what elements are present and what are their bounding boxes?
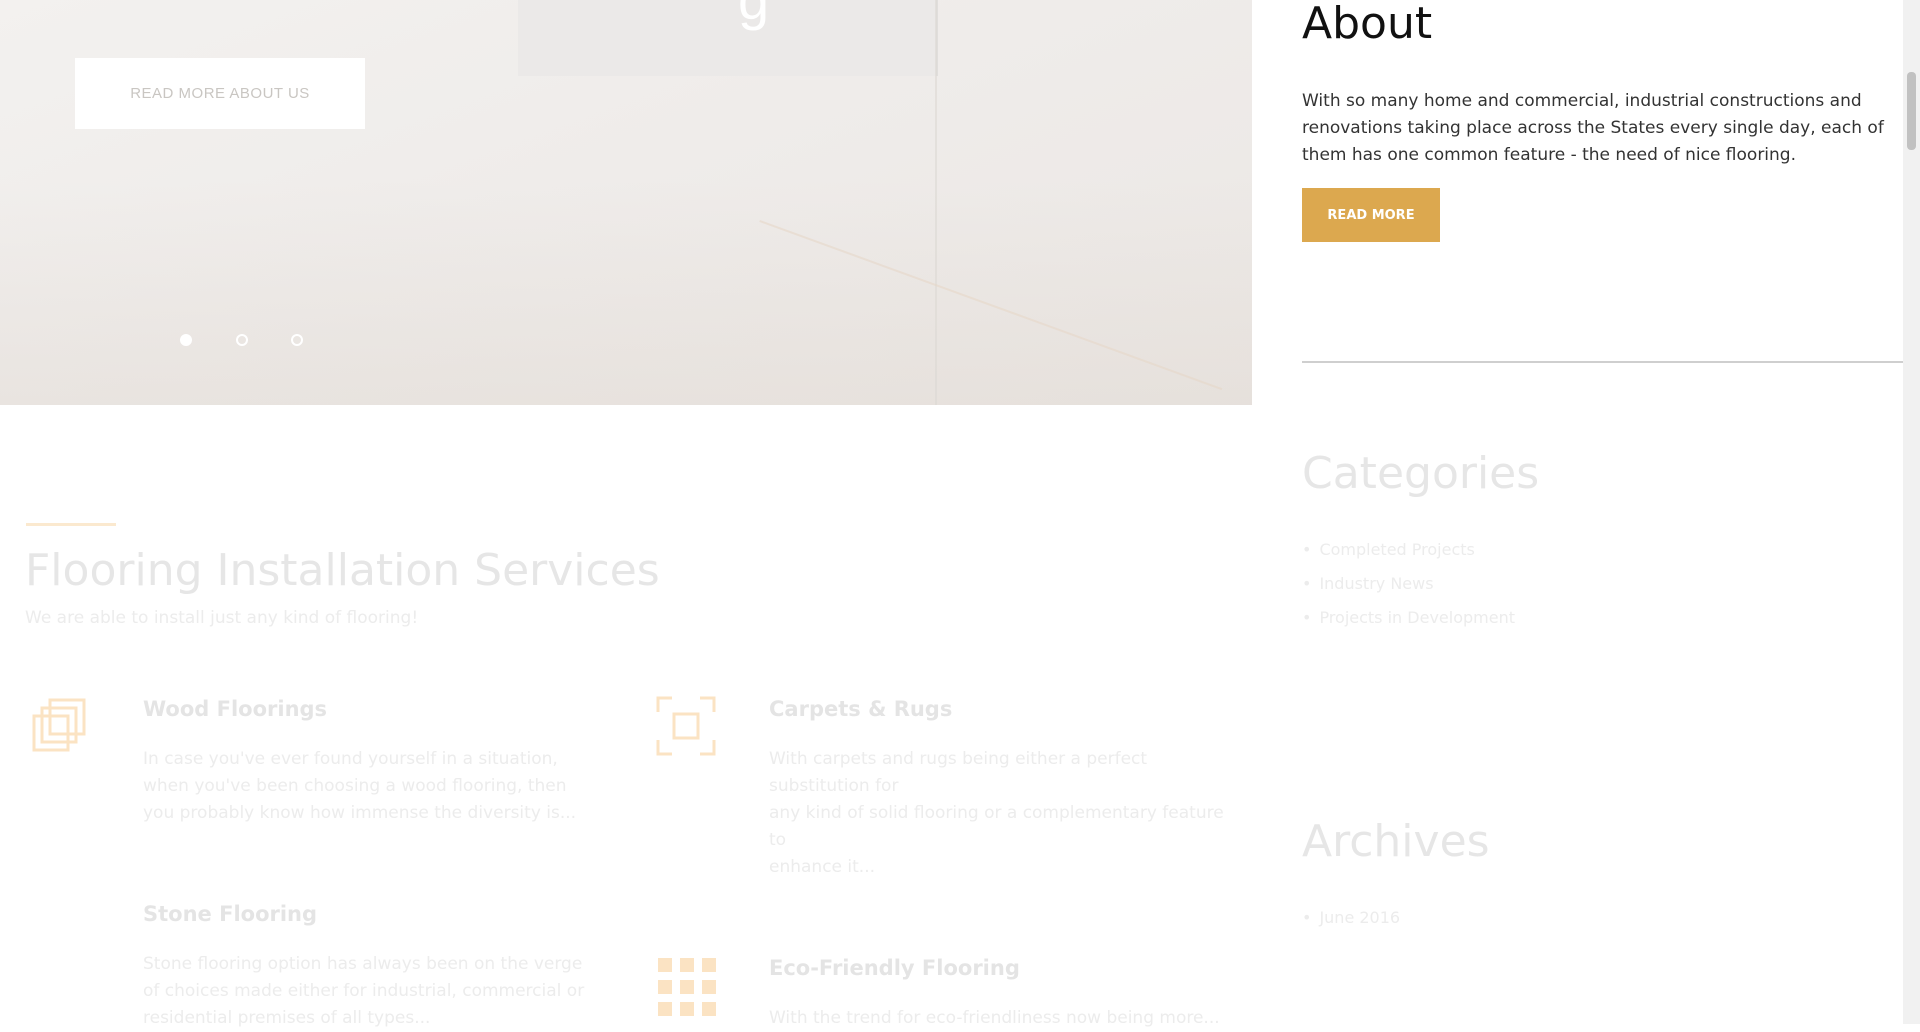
stacked-squares-icon: [32, 698, 86, 752]
hero-wall-panel-line: [935, 0, 937, 405]
services-subtitle: We are able to install just any kind of …: [25, 608, 419, 628]
scrollbar-thumb[interactable]: [1907, 72, 1916, 150]
service-desc-carpets-rugs: With carpets and rugs being either a per…: [769, 746, 1229, 881]
categories-widget-title: Categories: [1302, 448, 1540, 499]
category-item: • Projects in Development: [1302, 601, 1515, 635]
service-title-wood-floorings[interactable]: Wood Floorings: [143, 697, 327, 721]
service-desc-line: With carpets and rugs being either a per…: [769, 749, 1148, 796]
slider-dot-1[interactable]: [180, 334, 192, 346]
bullet-icon: •: [1302, 908, 1312, 927]
archive-link[interactable]: June 2016: [1319, 908, 1400, 927]
page-scrollbar[interactable]: [1903, 0, 1920, 1024]
category-link[interactable]: Completed Projects: [1319, 540, 1474, 559]
sidebar: About With so many home and commercial, …: [1302, 0, 1903, 1024]
service-title-carpets-rugs[interactable]: Carpets & Rugs: [769, 697, 952, 721]
hero-slide-heading: g: [738, 0, 769, 28]
service-desc-line: enhance it...: [769, 857, 876, 877]
archives-widget-title: Archives: [1302, 816, 1490, 867]
sidebar-divider: [1302, 361, 1903, 363]
slider-dot-3[interactable]: [291, 334, 303, 346]
category-item: • Industry News: [1302, 567, 1515, 601]
services-section: Flooring Installation Services We are ab…: [0, 405, 1252, 1028]
service-title-eco-friendly-flooring[interactable]: Eco-Friendly Flooring: [769, 956, 1020, 980]
bullet-icon: •: [1302, 540, 1312, 559]
category-item: • Completed Projects: [1302, 533, 1515, 567]
tile-grid-icon: [658, 958, 716, 1016]
category-link[interactable]: Projects in Development: [1319, 608, 1515, 627]
service-desc-line: any kind of solid flooring or a compleme…: [769, 803, 1224, 850]
service-desc-stone-flooring: Stone flooring option has always been on…: [143, 954, 585, 1028]
service-title-stone-flooring[interactable]: Stone Flooring: [143, 902, 317, 926]
services-title: Flooring Installation Services: [25, 545, 660, 596]
hero-slider: g READ MORE ABOUT US: [0, 0, 1252, 405]
category-link[interactable]: Industry News: [1319, 574, 1433, 593]
hero-floor-shade: [0, 180, 1252, 405]
framed-square-icon: [656, 696, 716, 756]
section-accent-line: [26, 523, 116, 526]
about-widget-text: With so many home and commercial, indust…: [1302, 91, 1884, 165]
archives-list: • June 2016: [1302, 901, 1400, 935]
categories-list: • Completed Projects • Industry News • Proj…: [1302, 533, 1515, 635]
service-desc-wood-floorings: In case you've ever found yourself in a …: [143, 749, 577, 823]
archive-item: • June 2016: [1302, 901, 1400, 935]
slider-dot-2[interactable]: [236, 334, 248, 346]
hero-cabinet-image-detail: [518, 0, 938, 76]
about-read-more-button[interactable]: READ MORE: [1302, 188, 1440, 242]
bullet-icon: •: [1302, 574, 1312, 593]
about-widget-title: About: [1302, 0, 1433, 49]
service-desc-eco-friendly-flooring: With the trend for eco-friendliness now …: [769, 1008, 1220, 1028]
read-more-about-us-button[interactable]: READ MORE ABOUT US: [75, 58, 365, 129]
bullet-icon: •: [1302, 608, 1312, 627]
